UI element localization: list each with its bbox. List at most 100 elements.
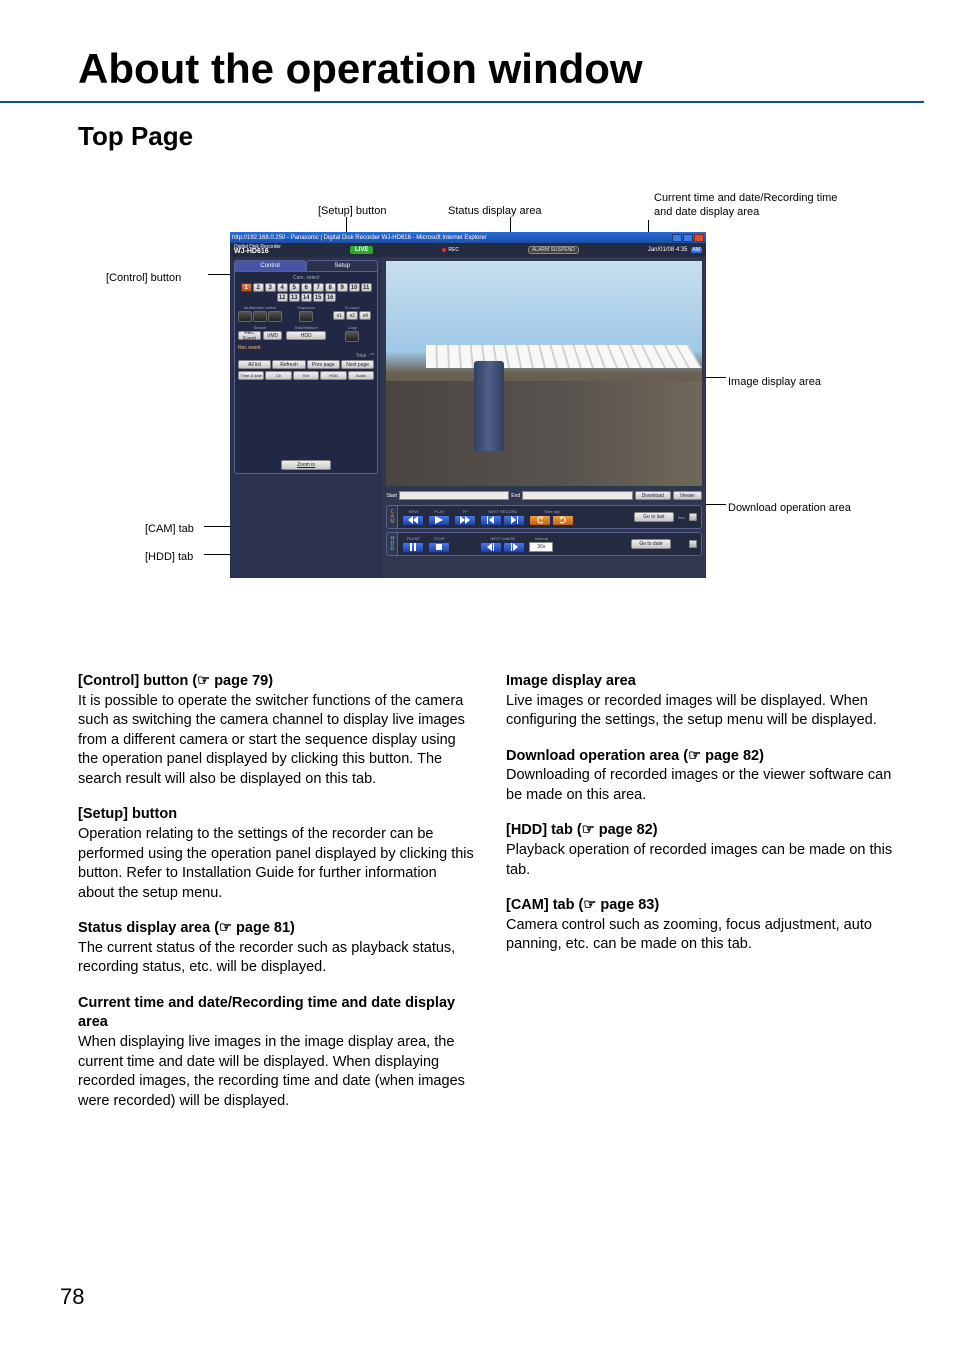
cam-12-button[interactable]: 12 [277,293,288,302]
download-row: Start End Download Viewer [386,490,702,501]
timeslip-fwd-button[interactable] [552,515,574,526]
alarm-suspend-badge[interactable]: ALARM SUSPEND [528,246,579,254]
stop-label: STOP [434,536,445,541]
cam-8-button[interactable]: 8 [325,283,336,292]
cam-11-button[interactable]: 11 [361,283,372,292]
right-column: Image display area Live images or record… [506,672,904,1127]
cam-9-button[interactable]: 9 [337,283,348,292]
brand-model: WJ-HD616 [234,248,269,255]
interval-label: Interval [535,536,548,541]
dl-end-label: End [511,493,520,499]
all-list-button[interactable]: All list [238,360,271,369]
prev-record-button[interactable] [480,515,502,526]
cam-2-button[interactable]: 2 [253,283,264,292]
right-p2-body: Downloading of recorded images or the vi… [506,767,891,803]
cam-15-button[interactable]: 15 [313,293,324,302]
header-bar: Digital Disk Recorder WJ-HD616 LIVE REC … [230,243,706,257]
next-record-button[interactable] [503,515,525,526]
zoom-x2-button[interactable]: x2 [346,311,358,320]
ff-label: FF [463,509,468,514]
left-p2-head: [Setup] button [78,806,177,822]
timeslip-label: Time slip [544,509,560,514]
zoom-in-button[interactable]: Zoom in [281,460,331,470]
left-p3-body: The current status of the recorder such … [78,940,455,976]
vmd-button[interactable]: VMD [263,331,282,340]
brand: Digital Disk Recorder WJ-HD616 [234,245,281,256]
scroll-up-button[interactable] [689,513,697,521]
setup-tab[interactable]: Setup [306,260,378,271]
timeslip-back-button[interactable] [529,515,551,526]
cam-14-button[interactable]: 14 [301,293,312,302]
cam-tab[interactable]: CAM [386,505,398,529]
rew-button[interactable] [402,515,424,526]
play-button[interactable] [428,515,450,526]
cam-5-button[interactable]: 5 [289,283,300,292]
cam-13-button[interactable]: 13 [289,293,300,302]
disk-medium-hdr: Disk/Medium [284,325,328,330]
cam-1-button[interactable]: 1 [241,283,252,292]
zoom-x4-button[interactable]: x4 [359,311,371,320]
left-p3-head: Status display area (☞ page 81) [78,920,295,936]
elzoom-hdr: El-zoom [330,305,374,310]
cam-strip: CAM REW PLAY FF NEXT RECORD [386,505,702,529]
cam-16-button[interactable]: 16 [325,293,336,302]
next-page-button[interactable]: Next page [341,360,374,369]
dl-end-input[interactable] [522,491,632,500]
callout-status: Status display area [448,205,542,219]
sidebar: Control Setup Cam. select 1 2 3 4 5 6 7 … [230,257,382,578]
scroll-down-button[interactable] [689,540,697,548]
col-timedate: Time & date [238,371,264,380]
dl-start-input[interactable] [399,491,509,500]
viewer-button[interactable]: Viewer [673,491,702,500]
prev-image-button[interactable] [480,542,502,553]
interval-select[interactable]: 30s [529,542,553,552]
restore-button[interactable] [683,234,693,242]
multiscreen-4-icon[interactable] [238,311,252,322]
rec-event-button[interactable]: REC Event [238,331,261,340]
datetime-text: Jan/01/08 4:35 [648,247,688,253]
hdd-tab[interactable]: HDD [386,532,398,556]
close-button[interactable] [694,234,704,242]
scene-train [474,361,504,451]
copy-button[interactable] [345,331,359,342]
cam-grid: 1 2 3 4 5 6 7 8 9 10 11 12 13 14 [238,283,374,302]
pause-button[interactable] [402,542,424,553]
ff-button[interactable] [454,515,476,526]
prev-page-button[interactable]: Prev page [307,360,340,369]
rec-label: Rec [678,515,685,520]
cam-10-button[interactable]: 10 [349,283,360,292]
dl-start-label: Start [386,493,397,499]
hdd-select[interactable]: HDD [286,331,326,340]
sequence-button[interactable] [299,311,313,322]
right-p1-head: Image display area [506,673,636,689]
multiscreen-9-icon[interactable] [253,311,267,322]
rew-label: REW [409,509,418,514]
next-image-button[interactable] [503,542,525,553]
right-p3-head: [HDD] tab (☞ page 82) [506,822,658,838]
ampm-badge: AM [691,247,703,253]
go-to-last-button[interactable]: Go to last [634,512,674,522]
multiscreen-16-icon[interactable] [268,311,282,322]
rec-indicator: REC [442,247,459,253]
left-p1-head: [Control] button (☞ page 79) [78,673,273,689]
go-to-date-button[interactable]: Go to date [631,539,671,549]
cam-4-button[interactable]: 4 [277,283,288,292]
zoom-x1-button[interactable]: x1 [333,311,345,320]
refresh-button[interactable]: Refresh [272,360,305,369]
cam-3-button[interactable]: 3 [265,283,276,292]
leader-line [208,274,230,275]
cam-7-button[interactable]: 7 [313,283,324,292]
figure: [Setup] button Status display area Curre… [78,192,878,622]
cam-6-button[interactable]: 6 [301,283,312,292]
image-display-area [386,261,702,486]
download-button[interactable]: Download [635,491,671,500]
control-tab[interactable]: Control [234,260,306,271]
right-p3-body: Playback operation of recorded images ca… [506,842,892,878]
stop-button[interactable] [428,542,450,553]
live-badge: LIVE [350,246,373,254]
right-p4-head: [CAM] tab (☞ page 83) [506,897,659,913]
left-p2-body: Operation relating to the settings of th… [78,826,474,901]
page-title: About the operation window [0,0,924,103]
minimize-button[interactable] [672,234,682,242]
callout-datetime: Current time and date/Recording time and… [654,192,854,220]
